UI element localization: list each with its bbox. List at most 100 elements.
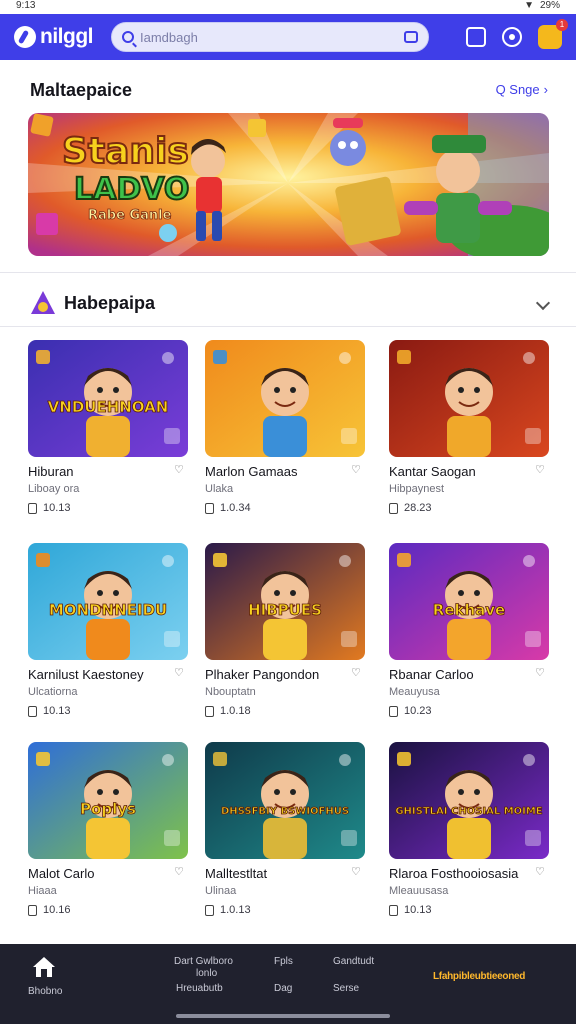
brand-logo: Lfahpibleubtieeoned (433, 971, 526, 982)
notifications-button[interactable] (502, 27, 522, 47)
game-meta: 1.0.13 (205, 904, 365, 916)
banner-art: Stanis LADVO Rabe Ganle (28, 113, 549, 256)
scan-icon[interactable] (404, 31, 418, 43)
library-button[interactable] (466, 27, 486, 47)
game-thumbnail[interactable]: GHISTLAI CHOSIAL MOIME (389, 742, 549, 859)
game-thumbnail[interactable]: MONDNNEIDU (28, 543, 188, 660)
nav-link-2[interactable]: Hreuabutb (176, 983, 223, 994)
game-subtitle: Meauyusa (389, 686, 440, 698)
game-thumbnail[interactable]: VNDUEHNOAN (28, 340, 188, 457)
game-title: Malltestltat (205, 866, 268, 881)
game-meta: 28.23 (389, 502, 549, 514)
game-meta: 10.13 (28, 502, 188, 514)
file-icon (205, 502, 214, 514)
nav-link-4[interactable]: Dag (274, 983, 292, 994)
game-subtitle: Ulaka (205, 483, 234, 495)
file-icon (28, 904, 37, 916)
file-icon (389, 904, 398, 916)
nav-link-6[interactable]: Serse (333, 983, 359, 994)
game-title: Marlon Gamaas (205, 464, 298, 479)
game-art: DHSSFBIY BSWIOFHUS (205, 742, 365, 859)
game-card[interactable]: GHISTLAI CHOSIAL MOIME ♡ Rlaroa Fosthooios… (389, 742, 549, 916)
file-icon (389, 502, 398, 514)
game-art-title: Rekhave (433, 601, 505, 619)
game-title: Rlaroa Fosthooiosasia (389, 866, 519, 881)
home-indicator[interactable] (176, 1014, 390, 1018)
gamepad-icon (31, 291, 55, 314)
nav-home-label[interactable]: Bhobno (28, 986, 62, 997)
game-subtitle: Nbouptatn (205, 686, 256, 698)
file-icon (205, 705, 214, 717)
game-thumbnail[interactable] (389, 340, 549, 457)
nav-link-5[interactable]: Gandtudt (333, 956, 374, 967)
game-card[interactable]: DHSSFBIY BSWIOFHUS ♡ Malltestltat Ulinaa 1.0… (205, 742, 365, 916)
file-icon (28, 502, 37, 514)
app-header: nilggl 1 (0, 14, 576, 60)
nav-link-1[interactable]: Dart Gwlboro (174, 956, 233, 967)
game-meta: 10.16 (28, 904, 188, 916)
game-meta-value: 10.13 (43, 502, 71, 514)
notification-badge: 1 (556, 19, 568, 31)
game-card[interactable]: HIBPUES ♡ Plhaker Pangondon Nbouptatn 1.0.18 (205, 543, 365, 717)
favorite-icon[interactable]: ♡ (174, 667, 186, 679)
nav-link-1-sub: lonlo (196, 968, 218, 979)
game-title: Kantar Saogan (389, 464, 476, 479)
game-art-title: MONDNNEIDU (49, 601, 167, 619)
game-title: Hiburan (28, 464, 74, 479)
game-thumbnail[interactable] (205, 340, 365, 457)
logo-icon (14, 26, 36, 48)
game-meta-value: 10.23 (404, 705, 432, 717)
favorite-icon[interactable]: ♡ (535, 866, 547, 878)
game-thumbnail[interactable]: Poplys (28, 742, 188, 859)
game-thumbnail[interactable]: Rekhave (389, 543, 549, 660)
chevron-down-icon[interactable] (535, 295, 551, 311)
game-meta: 10.13 (389, 904, 549, 916)
see-all-link[interactable]: Q Snge › (496, 82, 548, 97)
section-divider (0, 326, 576, 327)
chevron-right-icon: › (543, 82, 548, 97)
game-card[interactable]: VNDUEHNOAN ♡ Hiburan Liboay ora 10.13 (28, 340, 188, 514)
game-card[interactable]: MONDNNEIDU ♡ Karnilust Kaestoney Ulcatiorna… (28, 543, 188, 717)
favorite-icon[interactable]: ♡ (351, 866, 363, 878)
app-logo[interactable]: nilggl (14, 25, 94, 49)
game-thumbnail[interactable]: DHSSFBIY BSWIOFHUS (205, 742, 365, 859)
home-icon[interactable] (32, 956, 56, 978)
featured-banner[interactable]: Stanis LADVO Rabe Ganle (28, 113, 549, 256)
game-card[interactable]: ♡ Kantar Saogan Hibpaynest 28.23 (389, 340, 549, 514)
game-meta-value: 1.0.18 (220, 705, 251, 717)
game-meta: 1.0.18 (205, 705, 365, 717)
status-indicators: ▼ 29% (524, 0, 560, 11)
game-thumbnail[interactable]: HIBPUES (205, 543, 365, 660)
game-card[interactable]: ♡ Marlon Gamaas Ulaka 1.0.34 (205, 340, 365, 514)
favorite-icon[interactable]: ♡ (351, 464, 363, 476)
game-card[interactable]: Rekhave ♡ Rbanar Carloo Meauyusa 10.23 (389, 543, 549, 717)
favorite-icon[interactable]: ♡ (174, 464, 186, 476)
game-subtitle: Hiaaa (28, 885, 57, 897)
banner-headline-1: Stanis (62, 131, 189, 172)
game-card[interactable]: Poplys ♡ Malot Carlo Hiaaa 10.16 (28, 742, 188, 916)
see-all-label: Q Snge (495, 82, 540, 97)
status-time: 9:13 (16, 0, 36, 11)
game-art: Rekhave (389, 543, 549, 660)
favorite-icon[interactable]: ♡ (351, 667, 363, 679)
favorite-icon[interactable]: ♡ (535, 667, 547, 679)
nav-link-3[interactable]: Fpls (274, 956, 293, 967)
header-actions: 1 (466, 19, 568, 49)
section-divider (0, 272, 576, 273)
game-art: HIBPUES (205, 543, 365, 660)
game-art: VNDUEHNOAN (28, 340, 188, 457)
favorite-icon[interactable]: ♡ (174, 866, 186, 878)
game-subtitle: Mleauusasa (389, 885, 449, 897)
game-meta-value: 1.0.13 (220, 904, 251, 916)
banner-headline-2: LADVO (74, 172, 189, 207)
game-art-title: Poplys (80, 800, 136, 818)
game-art (389, 340, 549, 457)
game-title: Plhaker Pangondon (205, 667, 320, 682)
game-art-title: VNDUEHNOAN (48, 398, 169, 416)
profile-avatar-button[interactable]: 1 (538, 19, 568, 49)
search-input[interactable] (140, 29, 404, 45)
wifi-icon: ▼ (524, 0, 534, 11)
favorite-icon[interactable]: ♡ (535, 464, 547, 476)
game-meta: 10.13 (28, 705, 188, 717)
game-meta-value: 1.0.34 (220, 502, 251, 514)
